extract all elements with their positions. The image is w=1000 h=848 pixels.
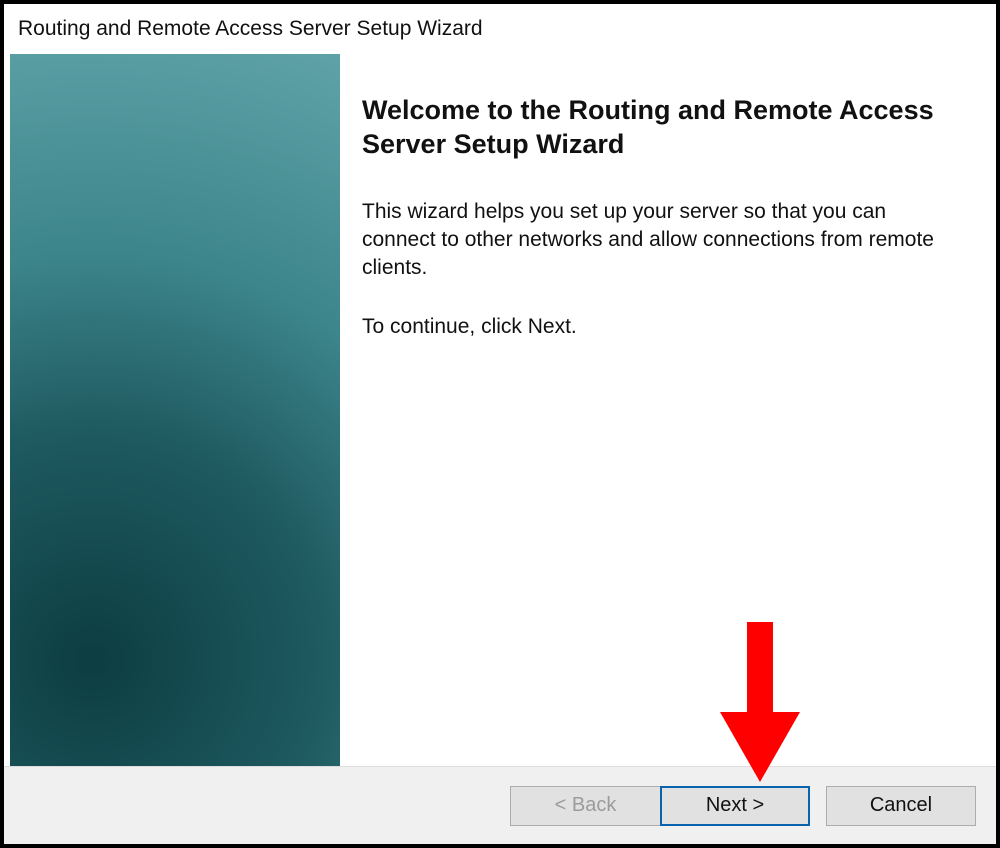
wizard-content: Welcome to the Routing and Remote Access…	[340, 54, 996, 766]
window-title: Routing and Remote Access Server Setup W…	[18, 17, 483, 41]
back-button: < Back	[510, 786, 660, 826]
titlebar: Routing and Remote Access Server Setup W…	[4, 4, 996, 54]
wizard-continue-hint: To continue, click Next.	[362, 313, 936, 341]
dialog-body: Welcome to the Routing and Remote Access…	[4, 54, 996, 766]
wizard-side-banner	[10, 54, 340, 766]
wizard-heading: Welcome to the Routing and Remote Access…	[362, 94, 936, 162]
next-button[interactable]: Next >	[660, 786, 810, 826]
nav-button-group: < Back Next >	[510, 786, 810, 826]
dialog-footer: < Back Next > Cancel	[4, 766, 996, 844]
wizard-description: This wizard helps you set up your server…	[362, 198, 936, 283]
cancel-button[interactable]: Cancel	[826, 786, 976, 826]
wizard-dialog: Routing and Remote Access Server Setup W…	[0, 0, 1000, 848]
